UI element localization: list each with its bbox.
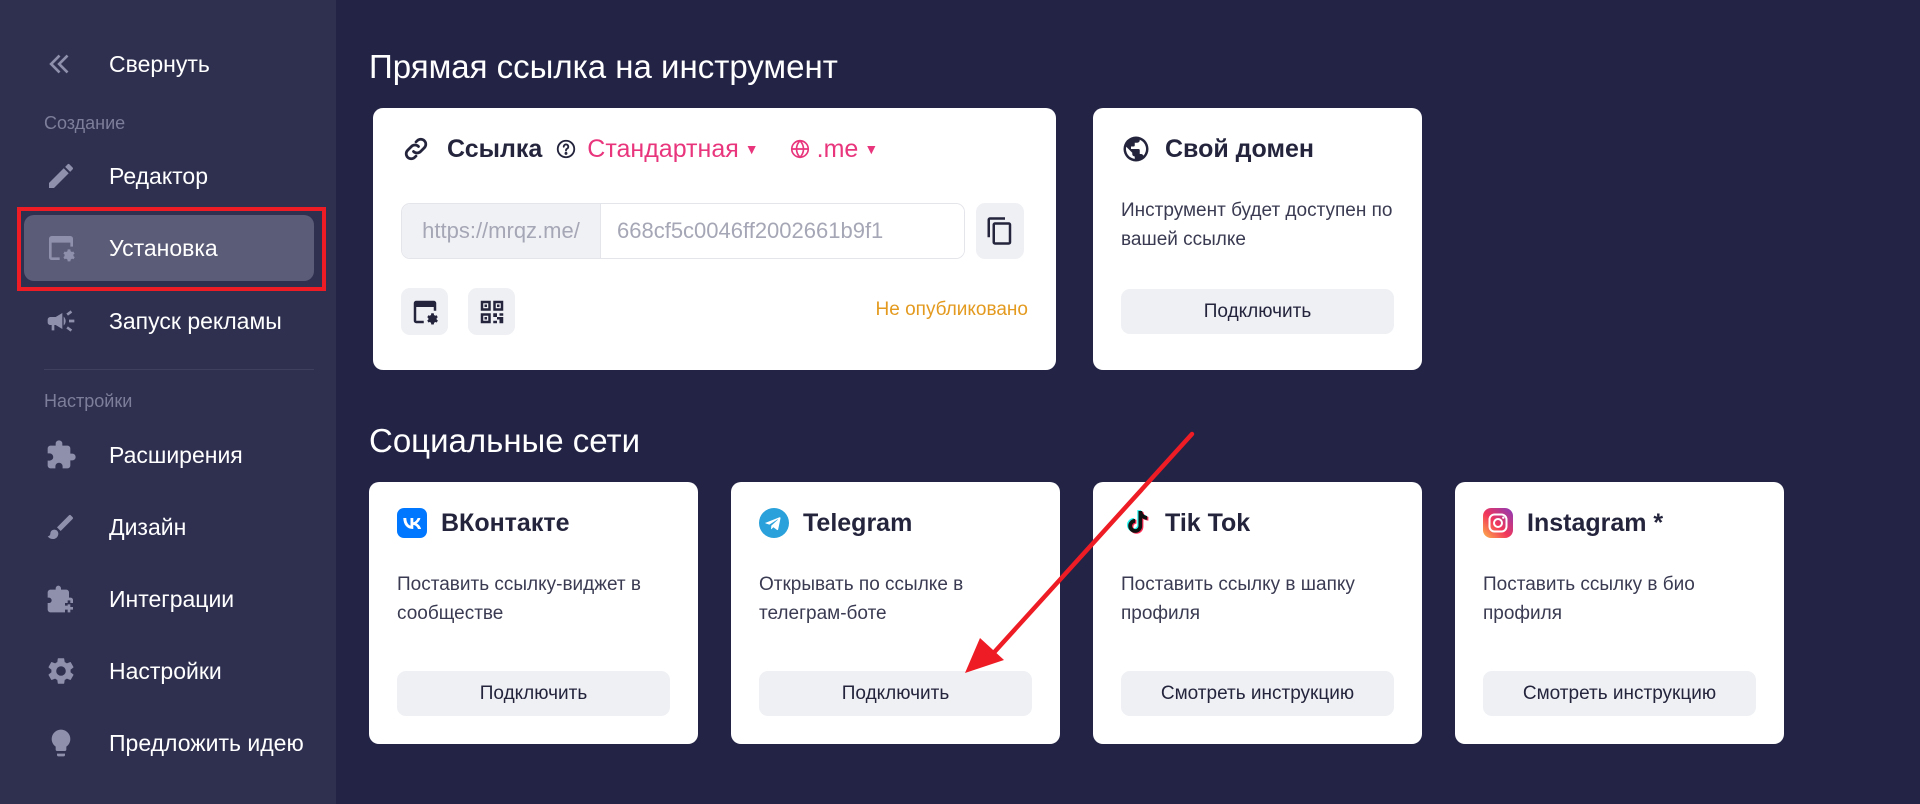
brush-icon [44,510,78,544]
sidebar-item-label: Установка [109,234,218,261]
globe-icon [1121,134,1151,164]
install-window-gear-icon [410,297,440,327]
sidebar-item-label: Предложить идею [109,729,304,756]
url-slug-input[interactable] [601,204,964,258]
caret-down-icon: ▼ [744,141,759,157]
vk-connect-button[interactable]: Подключить [397,671,670,716]
social-card-telegram: Telegram Открывать по ссылке в телеграм-… [731,482,1060,744]
instagram-instruction-button[interactable]: Смотреть инструкцию [1483,671,1756,716]
lightbulb-icon [44,726,78,760]
puzzle-plus-icon [44,438,78,472]
link-card-header: Ссылка Стандартная ▼ .me ▼ [401,134,878,164]
sidebar-item-ads[interactable]: Запуск рекламы [24,288,314,354]
double-chevron-left-icon [44,47,78,81]
install-window-gear-icon [44,231,78,265]
sidebar-item-label: Расширения [109,441,243,468]
own-domain-card: Свой домен Инструмент будет доступен по … [1093,108,1422,370]
url-field-group: https://mrqz.me/ [401,203,965,259]
social-card-description: Поставить ссылку-виджет в сообществе [397,574,641,624]
social-card-tiktok: Tik Tok Поставить ссылку в шапку профиля… [1093,482,1422,744]
section-title-social: Социальные сети [369,422,641,459]
social-card-header: Instagram * [1483,508,1663,538]
sidebar-item-label: Дизайн [109,513,187,540]
sidebar-item-suggest-idea[interactable]: Предложить идею [24,710,314,776]
globe-icon [789,138,811,160]
social-card-instagram: Instagram * Поставить ссылку в био профи… [1455,482,1784,744]
pencil-icon [44,159,78,193]
install-settings-button[interactable] [401,288,448,335]
social-card-title: ВКонтакте [441,508,570,537]
social-card-header: ВКонтакте [397,508,570,538]
publish-status-label: Не опубликовано [875,299,1028,320]
copy-icon [985,216,1015,246]
caret-down-icon: ▼ [864,141,879,157]
sidebar-item-design[interactable]: Дизайн [24,494,314,560]
sidebar-item-label: Запуск рекламы [109,307,282,334]
sidebar-section-create: Создание [44,113,126,133]
own-domain-description: Инструмент будет доступен по вашей ссылк… [1121,200,1393,250]
social-card-header: Tik Tok [1121,508,1250,538]
tiktok-instruction-button[interactable]: Смотреть инструкцию [1121,671,1394,716]
social-card-title: Telegram [803,508,913,537]
social-card-vk: ВКонтакте Поставить ссылку-виджет в сооб… [369,482,698,744]
link-domain-selected: .me [816,134,859,163]
sidebar-section-settings: Настройки [44,391,133,411]
telegram-connect-button[interactable]: Подключить [759,671,1032,716]
social-card-description: Поставить ссылку в био профиля [1483,574,1695,624]
social-card-description: Открывать по ссылке в телеграм-боте [759,574,964,624]
sidebar-divider [44,369,314,370]
link-domain-dropdown[interactable]: .me ▼ [789,134,879,164]
qr-code-icon [477,297,507,327]
social-card-description: Поставить ссылку в шапку профиля [1121,574,1355,624]
own-domain-header: Свой домен [1121,134,1314,164]
sidebar-item-integrations[interactable]: Интеграции [24,566,314,632]
help-circle-icon[interactable] [555,138,577,160]
sidebar-item-label: Интеграции [109,585,235,612]
sidebar-item-editor[interactable]: Редактор [24,143,314,209]
own-domain-connect-button[interactable]: Подключить [1121,289,1394,334]
puzzle-add-icon [44,582,78,616]
tiktok-icon [1121,508,1151,538]
social-card-header: Telegram [759,508,912,538]
gear-icon [44,654,78,688]
link-card: Ссылка Стандартная ▼ .me ▼ https://mrqz.… [373,108,1056,370]
url-prefix: https://mrqz.me/ [402,204,601,258]
sidebar-item-label: Редактор [109,162,209,189]
sidebar-item-install[interactable]: Установка [24,215,314,281]
sidebar-item-settings[interactable]: Настройки [24,638,314,704]
sidebar: Свернуть Создание Редактор Установка Зап… [0,0,336,804]
megaphone-icon [44,304,78,338]
section-title-direct-link: Прямая ссылка на инструмент [369,48,838,85]
sidebar-item-extensions[interactable]: Расширения [24,422,314,488]
telegram-icon [759,508,789,538]
sidebar-collapse-button[interactable]: Свернуть [24,31,314,97]
link-card-title: Ссылка [447,134,543,163]
link-type-dropdown[interactable]: Стандартная ▼ [587,135,758,164]
link-icon [401,134,431,164]
social-card-title: Tik Tok [1165,508,1251,537]
own-domain-title: Свой домен [1165,134,1314,163]
instagram-icon [1483,508,1513,538]
copy-button[interactable] [976,203,1024,259]
link-type-selected: Стандартная [587,134,739,163]
vk-icon [397,508,427,538]
social-card-title: Instagram * [1527,508,1664,537]
sidebar-collapse-label: Свернуть [109,50,210,77]
sidebar-item-label: Настройки [109,657,222,684]
qr-code-button[interactable] [468,288,515,335]
